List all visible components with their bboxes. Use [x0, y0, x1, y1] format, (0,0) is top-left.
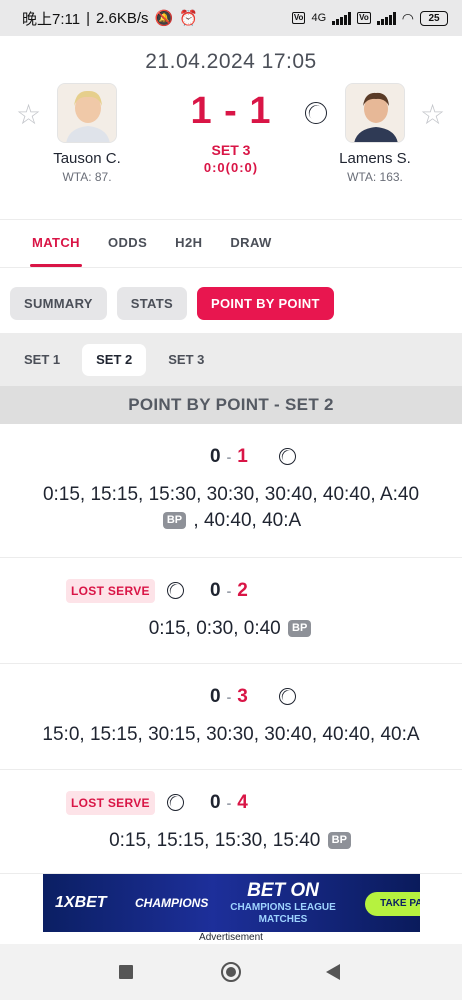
points-line: 0:15, 0:30, 0:40: [148, 618, 281, 639]
ad-cta-button[interactable]: TAKE PART: [365, 892, 420, 916]
game-score-home: 0: [210, 446, 221, 467]
points-line-wrap: BP , 40:40, 40:A: [0, 508, 462, 534]
away-player-avatar[interactable]: [345, 83, 405, 143]
points-line: 15:0, 15:15, 30:15, 30:30, 30:40, 40:40,…: [42, 724, 420, 745]
set-tabs: SET 1 SET 2 SET 3: [0, 333, 462, 386]
signal-icon: [332, 11, 352, 25]
tab-h2h[interactable]: H2H: [161, 220, 216, 267]
favorite-home-star-icon[interactable]: ☆: [16, 98, 41, 131]
game-score: 0 - 4: [210, 792, 248, 814]
serving-ball-icon: [279, 688, 296, 705]
signal-icon-2: [376, 11, 396, 25]
match-datetime: 21.04.2024 17:05: [145, 50, 317, 73]
home-player-rank: WTA: 87.: [62, 170, 112, 184]
break-point-badge: BP: [288, 620, 312, 638]
tab-set-2[interactable]: SET 2: [82, 343, 147, 376]
game-score-away: 4: [237, 792, 248, 813]
tab-set-3[interactable]: SET 3: [154, 344, 218, 376]
home-button[interactable]: [221, 962, 241, 982]
points-sequence: 0:15, 15:15, 15:30, 30:30, 30:40, 40:40,…: [0, 482, 462, 534]
game-score-away: 2: [237, 580, 248, 601]
points-sequence: 15:0, 15:15, 30:15, 30:30, 30:40, 40:40,…: [0, 722, 462, 748]
game-score-away: 3: [237, 686, 248, 707]
status-bar: 晚上7:11 | 2.6KB/s 🔕 ⏰ Vo 4G Vo ◠ 25: [0, 0, 462, 36]
points-line: 0:15, 15:15, 15:30, 15:40: [109, 830, 321, 851]
advertisement-label: Advertisement: [199, 932, 263, 943]
game-score: 0 - 3: [210, 686, 248, 708]
separator: |: [86, 9, 90, 27]
home-player-name[interactable]: Tauson C.: [17, 150, 157, 167]
lost-serve-badge: LOST SERVE: [66, 579, 155, 603]
serving-ball-icon: [167, 582, 184, 599]
break-point-badge: BP: [327, 832, 351, 850]
main-tabs: MATCH ODDS H2H DRAW: [0, 220, 462, 268]
points-line-continued: , 40:40, 40:A: [193, 510, 302, 531]
game-row: 0 - 3 15:0, 15:15, 30:15, 30:30, 30:40, …: [0, 664, 462, 770]
network-type-icon: 4G: [311, 12, 327, 24]
network-speed: 2.6KB/s: [96, 9, 149, 27]
break-point-badge: BP: [162, 512, 187, 530]
tab-set-1[interactable]: SET 1: [10, 344, 74, 376]
game-score-home: 0: [210, 686, 221, 707]
volte-icon-2: Vo: [357, 12, 371, 24]
ad-subline: CHAMPIONS LEAGUE MATCHES: [230, 902, 336, 925]
ad-headline: BET ON: [247, 880, 319, 901]
game-score: 0 - 2: [210, 580, 248, 602]
points-sequence: 0:15, 0:30, 0:40 BP: [0, 616, 462, 642]
ad-champions-logo: CHAMPIONS: [135, 896, 209, 910]
game-score-home: 0: [210, 792, 221, 813]
serving-ball-icon: [167, 794, 184, 811]
back-button[interactable]: [326, 964, 340, 980]
system-nav-bar: [0, 944, 462, 1000]
away-player-rank: WTA: 163.: [347, 170, 403, 184]
sub-tabs: SUMMARY STATS POINT BY POINT: [10, 287, 334, 320]
game-score-separator: -: [226, 449, 232, 465]
game-score-separator: -: [226, 689, 232, 705]
game-score-home: 0: [210, 580, 221, 601]
away-player-name[interactable]: Lamens S.: [305, 150, 445, 167]
clock: 晚上7:11: [22, 10, 81, 28]
game-row: LOST SERVE 0 - 4 0:15, 15:15, 15:30, 15:…: [0, 770, 462, 874]
tab-summary[interactable]: SUMMARY: [10, 287, 107, 320]
game-row: 0 - 1 0:15, 15:15, 15:30, 30:30, 30:40, …: [0, 424, 462, 558]
points-line: 0:15, 15:15, 15:30, 30:30, 30:40, 40:40,…: [42, 484, 420, 505]
favorite-away-star-icon[interactable]: ☆: [420, 98, 445, 131]
tab-stats[interactable]: STATS: [116, 287, 187, 320]
tab-match[interactable]: MATCH: [18, 220, 94, 267]
game-row: LOST SERVE 0 - 2 0:15, 0:30, 0:40 BP: [0, 558, 462, 664]
ad-brand-logo: 1XBET: [55, 894, 107, 911]
game-score: 0 - 1: [210, 446, 248, 468]
recents-button[interactable]: [119, 965, 133, 979]
serving-ball-icon: [305, 102, 327, 124]
wifi-icon: ◠: [401, 9, 414, 26]
home-player-avatar[interactable]: [57, 83, 117, 143]
serving-ball-icon: [279, 448, 296, 465]
alarm-icon: ⏰: [179, 10, 198, 27]
current-set-label: SET 3: [211, 142, 251, 158]
game-score-separator: -: [226, 583, 232, 599]
tab-odds[interactable]: ODDS: [94, 220, 161, 267]
bell-muted-icon: 🔕: [154, 10, 174, 27]
tab-draw[interactable]: DRAW: [216, 220, 285, 267]
match-header: 21.04.2024 17:05 ☆ Tauson C. WTA: 87. 1 …: [0, 36, 462, 220]
battery-icon: 25: [420, 10, 448, 26]
volte-icon: Vo: [291, 12, 306, 24]
points-sequence: 0:15, 15:15, 15:30, 15:40 BP: [0, 828, 462, 854]
section-title: POINT BY POINT - SET 2: [0, 386, 462, 424]
game-score-separator: -: [226, 795, 232, 811]
lost-serve-badge: LOST SERVE: [66, 791, 155, 815]
tab-point-by-point[interactable]: POINT BY POINT: [196, 287, 334, 320]
match-score: 1 - 1: [190, 90, 272, 132]
current-game-score: 0:0(0:0): [203, 160, 259, 175]
advertisement-banner[interactable]: 1XBET CHAMPIONS BET ON CHAMPIONS LEAGUE …: [43, 874, 420, 932]
game-score-away: 1: [237, 446, 248, 467]
